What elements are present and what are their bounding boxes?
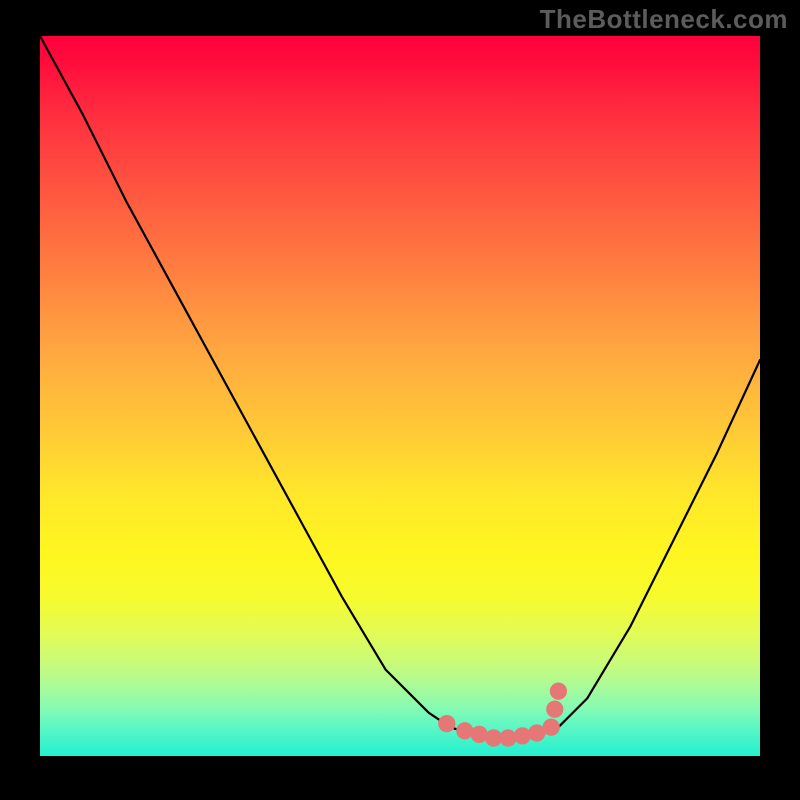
dots-group (438, 683, 567, 747)
highlight-dots (40, 36, 760, 756)
highlight-dot (438, 715, 455, 732)
highlight-dot (546, 701, 563, 718)
highlight-dot (514, 727, 531, 744)
highlight-dot (485, 729, 502, 746)
chart-frame: TheBottleneck.com (0, 0, 800, 800)
highlight-dot (456, 722, 473, 739)
highlight-dot (543, 719, 560, 736)
watermark-text: TheBottleneck.com (540, 4, 788, 35)
bottleneck-curve (40, 36, 760, 756)
highlight-dot (499, 729, 516, 746)
highlight-dot (471, 726, 488, 743)
curve-path (40, 36, 760, 738)
highlight-dot (528, 724, 545, 741)
highlight-dot (550, 683, 567, 700)
plot-area (40, 36, 760, 756)
